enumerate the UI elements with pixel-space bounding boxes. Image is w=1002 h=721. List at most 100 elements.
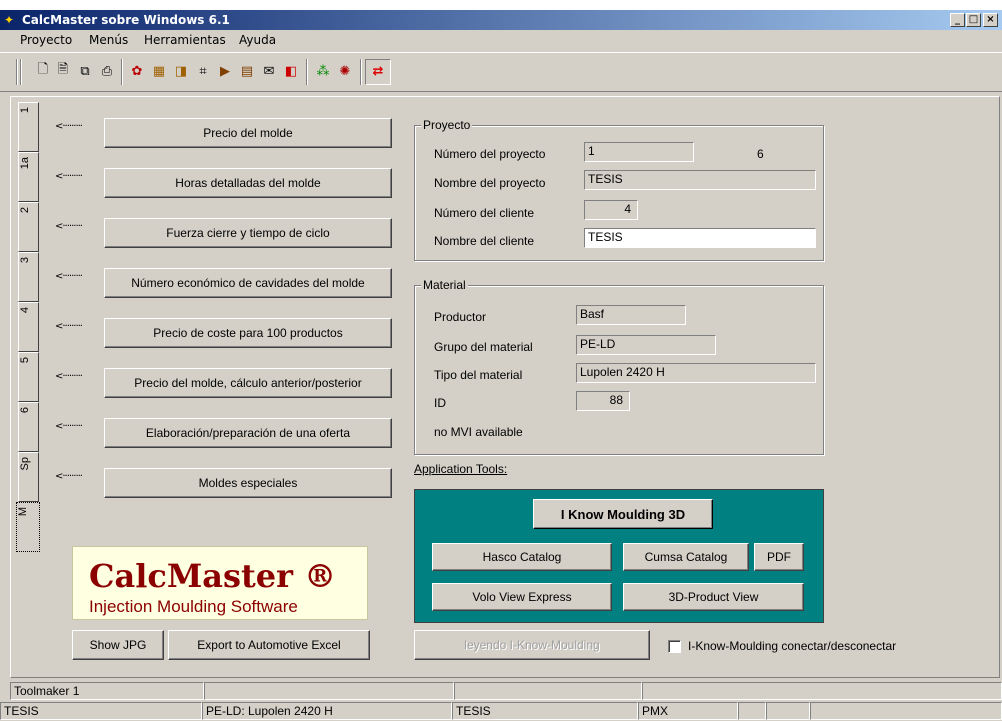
grupo-material-field: PE-LD	[576, 335, 716, 355]
menu-ayuda[interactable]: Ayuda	[239, 33, 276, 47]
status-cell	[738, 702, 766, 720]
precio-molde-button[interactable]: Precio del molde	[104, 118, 392, 148]
tab-label: 4	[19, 307, 31, 314]
3d-product-view-button[interactable]: 3D-Product View	[623, 583, 804, 611]
window-title: CalcMaster sobre Windows 6.1	[22, 13, 230, 27]
tab-5[interactable]: 5	[18, 352, 39, 402]
status-cell	[454, 682, 642, 700]
list-icon[interactable]: ▤	[238, 62, 256, 80]
arrow-indicator: <·········	[55, 371, 83, 382]
pdf-button[interactable]: PDF	[754, 543, 804, 571]
tab-4[interactable]: 4	[18, 302, 39, 352]
productor-field: Basf	[576, 305, 686, 325]
grid-icon[interactable]: ▦	[150, 62, 168, 80]
copy-doc-icon[interactable]: ⧉	[76, 62, 94, 80]
elaboracion-oferta-button[interactable]: Elaboración/preparación de una oferta	[104, 418, 392, 448]
machine-icon[interactable]: ▶	[216, 62, 234, 80]
tipo-material-label: Tipo del material	[434, 368, 523, 382]
moldes-especiales-button[interactable]: Moldes especiales	[104, 468, 392, 498]
horas-detalladas-button[interactable]: Horas detalladas del molde	[104, 168, 392, 198]
mail-icon[interactable]: ✉	[260, 62, 278, 80]
numero-cavidades-button[interactable]: Número económico de cavidades del molde	[104, 268, 392, 298]
numero-cliente-field: 4	[584, 200, 638, 220]
status-cell	[766, 702, 810, 720]
id-label: ID	[434, 396, 446, 410]
nombre-proyecto-field: TESIS	[584, 170, 816, 190]
toolbar-grip	[16, 59, 18, 85]
status-material: PE-LD: Lupolen 2420 H	[202, 702, 452, 720]
iknow-connect-checkbox[interactable]	[668, 640, 681, 653]
id-field: 88	[576, 391, 630, 411]
arrow-indicator: <·········	[55, 271, 83, 282]
tab-2[interactable]: 2	[18, 202, 39, 252]
nombre-cliente-input[interactable]: TESIS	[584, 228, 816, 248]
title-bar: ✦ CalcMaster sobre Windows 6.1 _ □ ×	[0, 10, 1002, 30]
tab-m[interactable]: M	[16, 502, 40, 552]
numero-proyecto-label: Número del proyecto	[434, 147, 546, 161]
print-icon[interactable]: ⎙	[98, 62, 116, 80]
arrow-indicator: <·········	[55, 321, 83, 332]
tab-label: 2	[19, 207, 31, 214]
status-cell	[204, 682, 454, 700]
chart-icon[interactable]: ⁂	[314, 62, 332, 80]
nombre-proyecto-label: Nombre del proyecto	[434, 176, 546, 190]
status-cell	[642, 682, 1002, 700]
open-doc-icon[interactable]: 🗎	[54, 62, 72, 80]
menu-bar: Proyecto Menús Herramientas Ayuda	[0, 30, 1002, 50]
module-icon[interactable]: ✿	[128, 62, 146, 80]
show-jpg-button[interactable]: Show JPG	[72, 630, 164, 660]
tipo-material-field: Lupolen 2420 H	[576, 363, 816, 383]
leyendo-iknow-button[interactable]: leyendo I-Know-Moulding	[414, 630, 650, 660]
menu-menus[interactable]: Menús	[89, 33, 128, 47]
logo-subtitle: Injection Moulding Software	[89, 597, 298, 616]
productor-label: Productor	[434, 310, 487, 324]
arrow-indicator: <·········	[55, 121, 83, 132]
refresh-icon[interactable]: ⇄	[369, 62, 387, 80]
arrow-indicator: <·········	[55, 221, 83, 232]
tab-1[interactable]: 1	[18, 102, 39, 152]
tab-1a[interactable]: 1a	[18, 152, 39, 202]
hasco-catalog-button[interactable]: Hasco Catalog	[432, 543, 612, 571]
numero-cliente-label: Número del cliente	[434, 206, 535, 220]
arrow-indicator: <·········	[55, 421, 83, 432]
tab-label: M	[17, 507, 29, 517]
close-button[interactable]: ×	[983, 13, 998, 27]
minimize-button[interactable]: _	[950, 13, 965, 27]
logo-title: CalcMaster ®	[89, 557, 337, 595]
new-doc-icon[interactable]: 🗋	[34, 62, 52, 80]
material-legend: Material	[421, 278, 468, 292]
precio-molde-calculo-button[interactable]: Precio del molde, cálculo anterior/poste…	[104, 368, 392, 398]
tab-label: 3	[19, 257, 31, 264]
globe-icon[interactable]: ✺	[336, 62, 354, 80]
menu-herramientas[interactable]: Herramientas	[144, 33, 226, 47]
cumsa-catalog-button[interactable]: Cumsa Catalog	[623, 543, 749, 571]
volo-view-button[interactable]: Volo View Express	[432, 583, 612, 611]
iknow-moulding-button[interactable]: I Know Moulding 3D	[533, 499, 713, 529]
tree-icon[interactable]: ⌗	[194, 62, 212, 80]
status-project: TESIS	[0, 702, 202, 720]
toolbar-separator	[360, 59, 362, 85]
status-client: TESIS	[452, 702, 638, 720]
proyecto-legend: Proyecto	[421, 118, 473, 132]
numero-proyecto-extra: 6	[757, 147, 764, 161]
tab-sp[interactable]: Sp	[18, 452, 39, 502]
precio-coste-button[interactable]: Precio de coste para 100 productos	[104, 318, 392, 348]
flag-icon[interactable]: ◧	[282, 62, 300, 80]
menu-proyecto[interactable]: Proyecto	[20, 33, 72, 47]
tab-label: 6	[19, 407, 31, 414]
application-tools-label: Application Tools:	[414, 462, 508, 476]
status-cell	[810, 702, 1002, 720]
arrow-indicator: <·········	[55, 471, 83, 482]
status-pmx: PMX	[638, 702, 738, 720]
maximize-button[interactable]: □	[966, 13, 981, 27]
frame-icon[interactable]: ◨	[172, 62, 190, 80]
arrow-indicator: <·········	[55, 171, 83, 182]
fuerza-cierre-button[interactable]: Fuerza cierre y tiempo de ciclo	[104, 218, 392, 248]
toolbar-grip	[20, 59, 22, 85]
tab-3[interactable]: 3	[18, 252, 39, 302]
export-excel-button[interactable]: Export to Automotive Excel	[168, 630, 370, 660]
app-icon: ✦	[4, 13, 15, 27]
tab-6[interactable]: 6	[18, 402, 39, 452]
tab-label: Sp	[19, 457, 31, 471]
status-toolmaker: Toolmaker 1	[10, 682, 204, 700]
